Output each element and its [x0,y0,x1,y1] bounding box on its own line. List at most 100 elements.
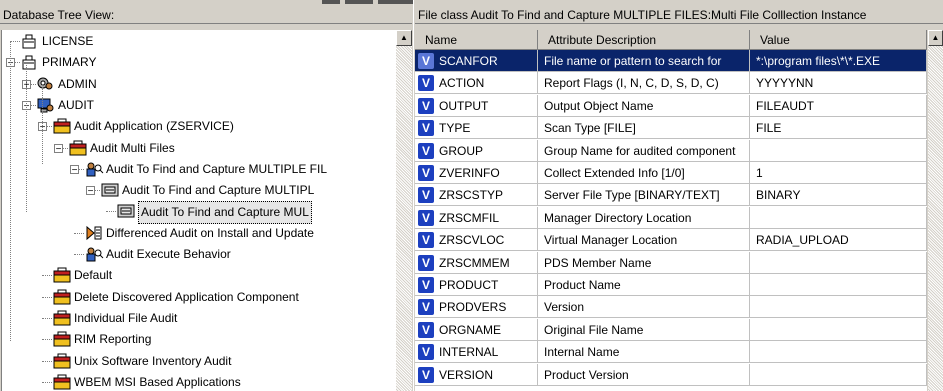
tree-node-label[interactable]: PRIMARY [42,52,96,73]
scroll-up-icon[interactable]: ▲ [396,30,412,46]
tree-connector [42,296,52,298]
tree-node-label[interactable]: RIM Reporting [74,329,151,350]
table-row[interactable]: V OUTPUT Output Object Name FILEAUDT [415,94,927,117]
tree-node-label[interactable]: Default [74,265,112,286]
tree-node-label[interactable]: Individual File Audit [74,308,177,329]
attribute-description: Internal Name [538,341,750,364]
attribute-name-cell[interactable]: V ACTION [415,72,538,95]
attribute-value[interactable]: FILE [750,117,927,140]
attribute-name-cell[interactable]: V GROUP [415,139,538,162]
attribute-name-cell[interactable]: V PRODVERS [415,296,538,319]
attribute-value[interactable] [750,318,927,341]
attribute-description: Product Name [538,274,750,296]
tree-node-label[interactable]: Delete Discovered Application Component [74,287,299,308]
database-tree[interactable]: LICENSE − PRIMARY + ADMIN − AUDIT − Audit Applic… [1,30,396,391]
table-row[interactable]: V ZRSCSTYP Server File Type [BINARY/TEXT] B… [415,184,927,207]
variable-badge-icon: V [418,344,434,361]
attribute-name-cell[interactable]: V ZRSCSTYP [415,184,538,207]
attribute-value[interactable]: RADIA_UPLOAD [750,229,927,252]
table-row[interactable]: V ZRSCVLOC Virtual Manager Location RADIA_U… [415,229,927,252]
attribute-name-cell[interactable]: V ZRSCMFIL [415,206,538,229]
attribute-name-cell[interactable]: V TYPE [415,117,538,140]
tree-node-label[interactable]: ADMIN [58,74,97,95]
attribute-name-cell[interactable]: V ZRSCVLOC [415,229,538,252]
collapse-icon[interactable]: − [86,186,95,197]
table-row[interactable]: V GROUP Group Name for audited component [415,139,927,162]
table-row[interactable]: V SCANFOR File name or pattern to search f… [415,50,927,72]
attribute-value[interactable]: *:\program files\*\*.EXE [750,50,927,72]
variable-badge-icon: V [418,75,434,92]
attribute-value[interactable]: BINARY [750,184,927,207]
column-header-value[interactable]: Value [750,30,927,50]
attribute-name-cell[interactable]: V ZRSCMMEM [415,251,538,274]
scrollbar-track[interactable] [396,46,412,391]
attribute-name-cell[interactable]: V SCANFOR [415,50,538,72]
attribute-value[interactable]: 1 [750,162,927,184]
attribute-value[interactable]: FILEAUDT [750,94,927,117]
tree-node-label[interactable]: Audit Application (ZSERVICE) [74,116,234,137]
attribute-value[interactable]: YYYYYNN [750,72,927,95]
collapse-icon[interactable]: − [70,164,79,175]
tree-node-label[interactable]: Audit Multi Files [90,138,175,159]
attribute-name-cell[interactable]: V INTERNAL [415,341,538,364]
attribute-name: PRODUCT [439,278,499,292]
tree-node-label[interactable]: Unix Software Inventory Audit [74,351,231,372]
table-row[interactable]: V TYPE Scan Type [FILE] FILE [415,117,927,140]
table-row[interactable]: V PRODUCT Product Name [415,274,927,296]
table-row[interactable]: V INTERNAL Internal Name [415,341,927,364]
attribute-value[interactable] [750,341,927,364]
attribute-value[interactable] [750,274,927,296]
disk-icon [100,181,120,199]
tree-guide-line [26,62,27,212]
table-row[interactable]: V PRODVERS Version [415,296,927,319]
variable-badge-icon: V [418,97,434,114]
tree-node-label[interactable]: LICENSE [42,31,93,52]
table-row[interactable]: V ORGNAME Original File Name [415,318,927,341]
tree-connector [42,317,52,319]
tree-node-label[interactable]: Audit Execute Behavior [106,244,231,265]
tree-node-label[interactable]: Differenced Audit on Install and Update [106,223,314,244]
tree-node-label[interactable]: Audit To Find and Capture MULTIPL [122,180,314,201]
variable-badge-icon: V [418,120,434,137]
collapse-icon[interactable]: − [54,143,63,154]
attribute-description: Report Flags (I, N, C, D, S, D, C) [538,72,750,95]
tree-node-label[interactable]: WBEM MSI Based Applications [74,372,241,391]
database-tree-pane: Database Tree View: LICENSE − PRIMARY + ADMI… [0,6,413,391]
table-row[interactable]: V ACTION Report Flags (I, N, C, D, S, D, C… [415,72,927,95]
attribute-value[interactable] [750,296,927,319]
attribute-name-cell[interactable]: V ORGNAME [415,318,538,341]
table-row[interactable]: V ZRSCMMEM PDS Member Name [415,251,927,274]
attribute-name-cell[interactable]: V ZVERINFO [415,162,538,184]
diff-audit-icon [84,224,104,242]
app-box-icon [52,373,72,391]
attribute-description: PDS Member Name [538,251,750,274]
attribute-description: Scan Type [FILE] [538,117,750,140]
tree-node-label[interactable]: AUDIT [58,95,94,116]
attribute-name-cell[interactable]: V OUTPUT [415,94,538,117]
attribute-description: Product Version [538,363,750,386]
attribute-name: TYPE [439,121,471,136]
attribute-value[interactable] [750,206,927,229]
tree-scrollbar[interactable]: ▲ [396,30,412,391]
attribute-name: ZVERINFO [439,166,500,180]
tree-connector [42,360,52,362]
tree-node-label[interactable]: Audit To Find and Capture MULTIPLE FIL [106,159,327,180]
column-header-name[interactable]: Name [415,30,538,50]
people-find-icon [84,245,104,263]
grid-scrollbar[interactable]: ▲ [928,30,943,391]
column-header-description[interactable]: Attribute Description [538,30,750,50]
attribute-name-cell[interactable]: V VERSION [415,363,538,386]
attribute-name-cell[interactable]: V PRODUCT [415,274,538,296]
attribute-value[interactable] [750,139,927,162]
table-row[interactable]: V VERSION Product Version [415,363,927,386]
attribute-value[interactable] [750,363,927,386]
scroll-up-icon[interactable]: ▲ [928,30,943,46]
attribute-name: OUTPUT [439,98,489,113]
attribute-value[interactable] [750,251,927,274]
attribute-description: Original File Name [538,318,750,341]
table-row[interactable]: V ZVERINFO Collect Extended Info [1/0] 1 [415,162,927,184]
tree-node-label[interactable]: Audit To Find and Capture MUL [138,201,312,225]
table-row[interactable]: V ZRSCMFIL Manager Directory Location [415,206,927,229]
briefcase-icon [20,32,40,50]
top-toolbar-strip [0,0,943,5]
